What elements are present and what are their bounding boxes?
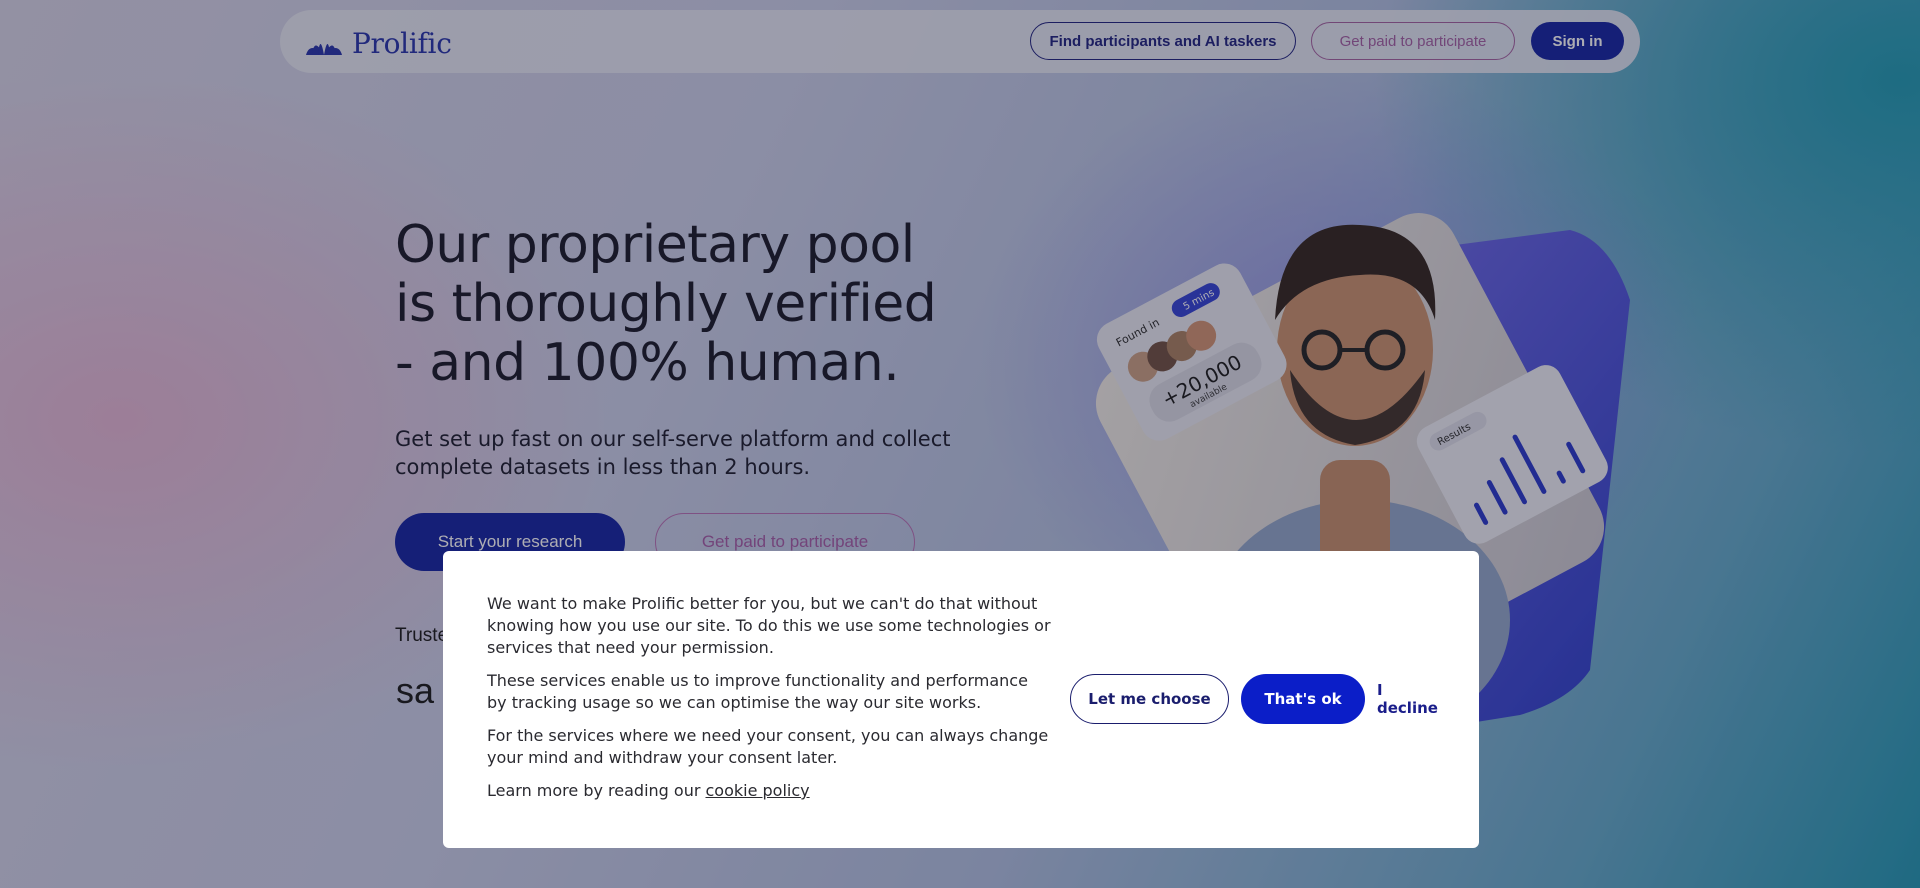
cookie-paragraph: These services enable us to improve func… bbox=[487, 671, 1028, 712]
let-me-choose-button[interactable]: Let me choose bbox=[1070, 674, 1229, 724]
cookie-policy-prefix: Learn more by reading our bbox=[487, 781, 706, 800]
cookie-consent-dialog: We want to make Prolific better for you,… bbox=[443, 551, 1479, 848]
cookie-policy-link[interactable]: cookie policy bbox=[706, 781, 810, 800]
cookie-paragraph: We want to make Prolific better for you,… bbox=[487, 594, 1051, 657]
accept-cookies-button[interactable]: That's ok bbox=[1241, 674, 1365, 724]
cookie-paragraph: Learn more by reading our cookie policy bbox=[487, 780, 1052, 802]
decline-cookies-button[interactable]: I decline bbox=[1377, 674, 1439, 724]
cookie-text: We want to make Prolific better for you,… bbox=[487, 593, 1052, 813]
cookie-paragraph: For the services where we need your cons… bbox=[487, 726, 1049, 767]
